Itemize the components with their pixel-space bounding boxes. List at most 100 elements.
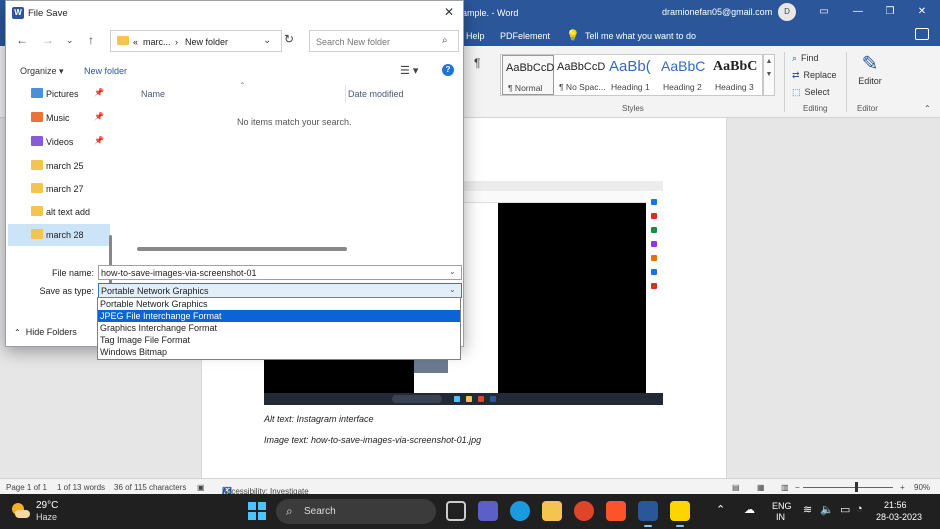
tell-me-search[interactable]: Tell me what you want to do bbox=[585, 31, 696, 41]
web-layout-icon[interactable]: ▥ bbox=[781, 483, 789, 492]
save-as-type-select[interactable]: Portable Network Graphics ⌄ bbox=[98, 283, 462, 298]
language-indicator[interactable]: ENG bbox=[772, 501, 792, 511]
type-option-gif[interactable]: Graphics Interchange Format bbox=[98, 322, 460, 334]
word-count[interactable]: 1 of 13 words bbox=[57, 483, 105, 492]
notification-icon[interactable]: ◔ bbox=[856, 503, 863, 515]
word-taskbar-icon[interactable] bbox=[638, 501, 658, 527]
recent-locations-icon[interactable]: ⌄ bbox=[66, 35, 74, 46]
style-heading-1[interactable]: AaBb( Heading 1 bbox=[606, 55, 658, 95]
zoom-slider-thumb[interactable] bbox=[855, 482, 858, 492]
nav-item-march-27[interactable]: march 27 bbox=[8, 178, 110, 200]
weather-description[interactable]: Haze bbox=[36, 512, 57, 522]
style-heading-3[interactable]: AaBbC Heading 3 bbox=[710, 55, 762, 95]
help-icon[interactable]: ? bbox=[442, 64, 454, 76]
volume-icon[interactable]: 🔈 bbox=[820, 503, 834, 516]
start-button[interactable] bbox=[248, 502, 266, 520]
show-hidden-icons-icon[interactable]: ⌃ bbox=[716, 503, 725, 516]
ribbon-display-icon[interactable]: ▭ bbox=[816, 4, 832, 20]
view-options-icon[interactable]: ☰ ▾ bbox=[400, 64, 418, 77]
restore-icon[interactable]: ❐ bbox=[882, 4, 898, 20]
back-icon[interactable]: ← bbox=[16, 33, 28, 47]
type-option-jpeg[interactable]: JPEG File Interchange Format bbox=[98, 310, 460, 322]
zoom-in-icon[interactable]: + bbox=[900, 483, 905, 492]
column-header-date[interactable]: Date modified bbox=[348, 89, 404, 99]
teams-icon[interactable] bbox=[478, 501, 498, 521]
task-view-icon[interactable] bbox=[446, 501, 466, 521]
select-button[interactable]: ⬚ Select bbox=[792, 87, 830, 98]
breadcrumb-parent[interactable]: marc... bbox=[143, 37, 171, 47]
clock-time[interactable]: 21:56 bbox=[884, 500, 907, 510]
comments-icon[interactable] bbox=[915, 28, 929, 40]
style-heading-2[interactable]: AaBbC Heading 2 bbox=[658, 55, 710, 95]
chevron-down-icon[interactable]: ⌄ bbox=[263, 35, 271, 46]
replace-button[interactable]: ⇄ Replace bbox=[792, 70, 837, 81]
tab-pdfelement[interactable]: PDFelement bbox=[500, 31, 550, 41]
style-no-spacing[interactable]: AaBbCcD ¶ No Spac... bbox=[554, 55, 606, 95]
page-count[interactable]: Page 1 of 1 bbox=[6, 483, 47, 492]
styles-more-button[interactable]: ▲ ▼ bbox=[763, 54, 775, 96]
up-icon[interactable]: ↑ bbox=[88, 33, 94, 47]
dialog-close-icon[interactable]: ✕ bbox=[444, 5, 454, 19]
paragraph-mark-icon[interactable]: ¶ bbox=[474, 56, 480, 70]
cloud-icon[interactable]: ☁ bbox=[744, 503, 755, 516]
chevron-down-icon[interactable]: ⌄ bbox=[449, 267, 456, 276]
forward-icon[interactable]: → bbox=[42, 33, 54, 47]
sticky-notes-icon[interactable] bbox=[670, 501, 690, 527]
refresh-icon[interactable]: ↻ bbox=[284, 32, 294, 46]
type-option-png[interactable]: Portable Network Graphics bbox=[98, 298, 460, 310]
find-button[interactable]: ⌕ Find bbox=[792, 53, 819, 64]
select-icon: ⬚ bbox=[792, 87, 801, 97]
search-input[interactable]: Search New folder ⌕ bbox=[309, 30, 459, 52]
account-email[interactable]: dramionefan05@gmail.com bbox=[662, 7, 772, 17]
character-count[interactable]: 36 of 115 characters bbox=[114, 483, 186, 492]
column-header-name[interactable]: Name bbox=[141, 89, 165, 99]
type-option-tiff[interactable]: Tag Image File Format bbox=[98, 334, 460, 346]
edge-icon[interactable] bbox=[510, 501, 530, 521]
save-as-type-label: Save as type: bbox=[39, 286, 94, 296]
nav-item-alt-text-add[interactable]: alt text add bbox=[8, 201, 110, 223]
file-save-dialog: W File Save ✕ ← → ⌄ ↑ « marc... › New fo… bbox=[5, 0, 464, 347]
alt-text-line[interactable]: Alt text: Instagram interface bbox=[264, 414, 374, 424]
weather-temperature[interactable]: 29°C bbox=[36, 500, 58, 511]
file-explorer-icon[interactable] bbox=[542, 501, 562, 521]
address-bar[interactable]: « marc... › New folder ⌄ bbox=[110, 30, 282, 52]
image-search-box bbox=[392, 395, 442, 403]
nav-item-pictures[interactable]: Pictures 📌 bbox=[8, 83, 110, 105]
hide-folders-button[interactable]: ⌃ Hide Folders bbox=[14, 327, 77, 337]
zoom-level[interactable]: 90% bbox=[914, 483, 930, 492]
zoom-out-icon[interactable]: − bbox=[795, 483, 800, 492]
breadcrumb-overflow[interactable]: « bbox=[133, 37, 138, 47]
organize-button[interactable]: Organize ▾ bbox=[20, 66, 64, 77]
collapse-ribbon-icon[interactable]: ⌃ bbox=[924, 104, 931, 113]
read-mode-icon[interactable]: ▤ bbox=[732, 483, 740, 492]
horizontal-scrollbar[interactable] bbox=[137, 247, 347, 251]
tab-help[interactable]: Help bbox=[466, 31, 485, 41]
brave-icon[interactable] bbox=[606, 501, 626, 521]
print-layout-icon[interactable]: ▦ bbox=[757, 483, 765, 492]
nav-item-march-25[interactable]: march 25 bbox=[8, 155, 110, 177]
editor-button[interactable]: ✎ Editor bbox=[852, 52, 888, 98]
minimize-icon[interactable]: — bbox=[850, 4, 866, 20]
avatar[interactable]: D bbox=[778, 3, 796, 21]
style-normal[interactable]: AaBbCcD ¶ Normal bbox=[502, 55, 554, 95]
type-option-bmp[interactable]: Windows Bitmap bbox=[98, 346, 460, 358]
breadcrumb-current[interactable]: New folder bbox=[185, 37, 228, 47]
chrome-icon[interactable] bbox=[574, 501, 594, 521]
chevron-down-icon[interactable]: ⌄ bbox=[449, 285, 456, 294]
file-name-field[interactable]: how-to-save-images-via-screenshot-01 ⌄ bbox=[98, 265, 462, 280]
clock-date[interactable]: 28-03-2023 bbox=[876, 512, 922, 522]
nav-item-videos[interactable]: Videos 📌 bbox=[8, 131, 110, 153]
close-icon[interactable]: ✕ bbox=[914, 4, 930, 20]
weather-icon[interactable] bbox=[10, 501, 30, 521]
wifi-icon[interactable]: ≋ bbox=[803, 503, 812, 516]
new-folder-button[interactable]: New folder bbox=[84, 66, 127, 76]
nav-item-music[interactable]: Music 📌 bbox=[8, 107, 110, 129]
zoom-slider[interactable] bbox=[803, 487, 893, 488]
proofing-icon[interactable]: ▣ bbox=[197, 483, 205, 492]
battery-icon[interactable]: ▭ bbox=[840, 503, 850, 516]
taskbar-search[interactable]: ⌕ Search bbox=[276, 499, 436, 524]
language-region[interactable]: IN bbox=[776, 512, 785, 522]
image-text-line[interactable]: Image text: how-to-save-images-via-scree… bbox=[264, 435, 481, 445]
nav-item-march-28[interactable]: march 28 bbox=[8, 224, 110, 246]
column-divider[interactable] bbox=[345, 85, 346, 103]
